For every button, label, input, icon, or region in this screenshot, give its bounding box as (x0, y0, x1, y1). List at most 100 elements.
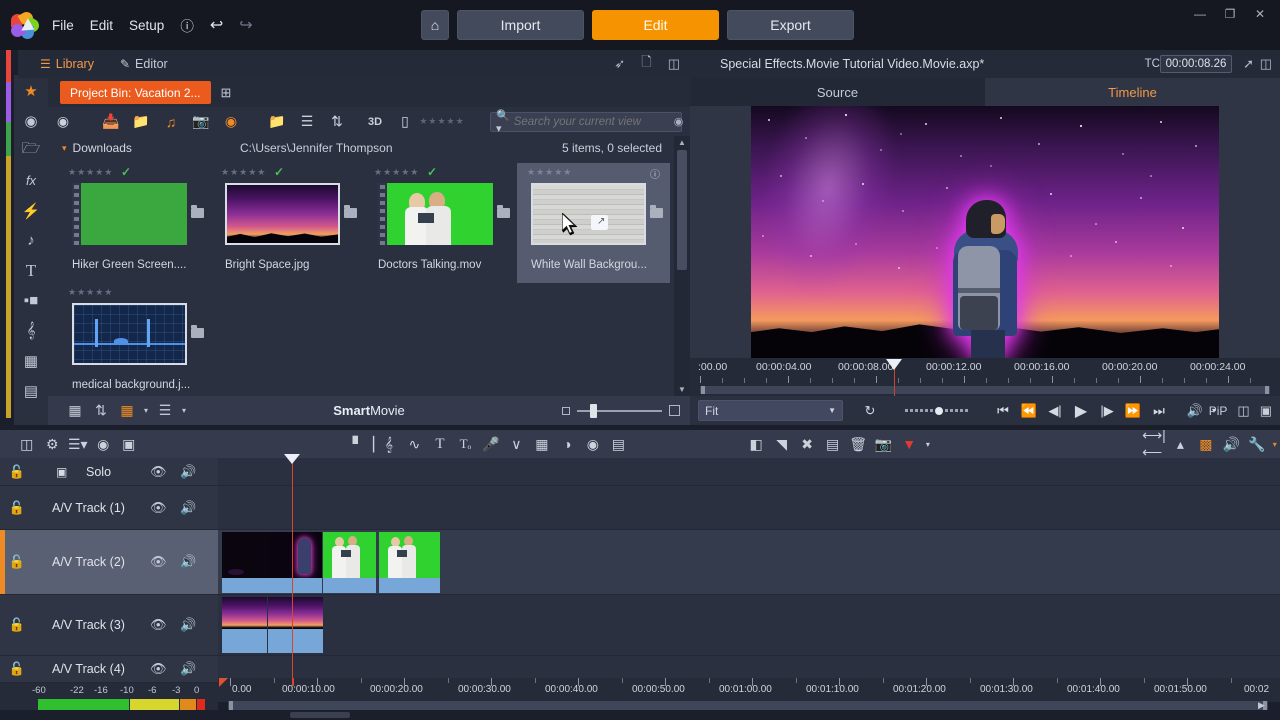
next-frame-icon[interactable]: ⏩ (1120, 399, 1146, 423)
rating-stars[interactable]: ★★★★★ (68, 167, 113, 178)
photo-icon[interactable]: 📷 (186, 110, 216, 134)
edit-button[interactable]: Edit (592, 10, 719, 40)
media-item-hiker-green-screen[interactable]: ★★★★★ ✓ Hiker Green Screen.... (58, 163, 211, 283)
project-bin-icon[interactable]: ★ (17, 80, 45, 101)
lock-icon[interactable]: 🔓 (0, 661, 34, 677)
folder-icon[interactable]: 📁 (262, 110, 292, 134)
motion-tracking-icon[interactable]: ▤ (606, 432, 632, 456)
folder-badge-icon[interactable] (650, 205, 663, 218)
tab-editor[interactable]: ✎ Editor (120, 57, 168, 71)
tools-caret-icon[interactable]: ▾ (1270, 432, 1280, 456)
scrollbar-thumb[interactable] (677, 150, 687, 270)
media-item-white-wall-background[interactable]: ★★★★★ ⓘ ↗ White Wall Backgrou... (517, 163, 670, 283)
play-icon[interactable]: ▶ (1068, 399, 1094, 423)
grid-view-icon[interactable]: ▦ (114, 399, 140, 423)
track-body-solo[interactable] (218, 458, 1280, 486)
library-split-view-icon[interactable]: ◫ (668, 56, 680, 72)
help-icon[interactable]: ⓘ (180, 15, 194, 35)
export-button[interactable]: Export (727, 10, 854, 40)
timeline-clip-space-hiker[interactable] (270, 532, 322, 593)
menu-setup[interactable]: Setup (129, 18, 164, 33)
track-body-av-1[interactable] (218, 486, 1280, 530)
disc-menu-icon[interactable]: ◉ (91, 432, 117, 456)
window-resize-grip[interactable] (290, 712, 350, 718)
library-search-box[interactable]: 🔍▾ ◉ (490, 110, 683, 135)
tag-icon[interactable]: ▯ (390, 110, 420, 134)
effects-fx-icon[interactable]: fx (17, 170, 45, 191)
restore-icon[interactable]: ❐ (1216, 1, 1244, 27)
library-popout-icon[interactable]: ➶ (614, 56, 625, 72)
folder-badge-icon[interactable] (191, 205, 204, 218)
tab-library[interactable]: ☰ Library (40, 57, 94, 71)
mark-in-icon[interactable]: ◧ (743, 432, 769, 456)
media-item-doctors-talking[interactable]: ★★★★★ ✓ Doctors Talking.mov (364, 163, 517, 283)
audio-scrub-icon[interactable]: 🔊 (1219, 432, 1245, 456)
tools-icon[interactable]: 🔧 (1244, 432, 1270, 456)
track-manager-icon[interactable]: ☰▾ (65, 432, 91, 456)
gear-icon[interactable]: ⚙ (40, 432, 66, 456)
timeline-clip-space-b[interactable] (268, 597, 323, 653)
rating-stars[interactable]: ★★★★★ (68, 287, 113, 298)
speaker-icon[interactable]: 🔊 (180, 554, 196, 570)
add-track-icon[interactable]: ▣ (56, 465, 67, 479)
track-header-av-1[interactable]: 🔓 A/V Track (1) 👁 🔊 (0, 486, 218, 530)
preview-video-frame[interactable] (751, 106, 1219, 358)
timeline-clip-doctors-2[interactable] (379, 532, 440, 593)
marker-caret-icon[interactable]: ▾ (922, 432, 934, 456)
eye-icon[interactable]: 👁 (150, 661, 167, 677)
list-view-icon[interactable]: ☰ (292, 110, 322, 134)
grid-view-caret-icon[interactable]: ▾ (140, 399, 152, 423)
timeline-ruler[interactable]: 0.00 00:00:10.00 00:00:20.00 00:00:30.00… (218, 678, 1280, 702)
video-folder-icon[interactable]: 📁 (126, 110, 156, 134)
marker-icon[interactable]: ▼ (896, 432, 922, 456)
slider-track[interactable] (577, 403, 662, 418)
track-header-av-4[interactable]: 🔓 A/V Track (4) 👁 🔊 (0, 656, 218, 683)
keyframe-icon[interactable]: ∨ (504, 432, 530, 456)
folder-badge-icon[interactable] (497, 205, 510, 218)
mark-out-icon[interactable]: ◥ (769, 432, 795, 456)
track-header-av-3[interactable]: 🔓 A/V Track (3) 👁 🔊 (0, 595, 218, 656)
loop-icon[interactable]: ↻ (857, 399, 883, 423)
crop-icon[interactable]: ◫ (1237, 403, 1249, 419)
rating-stars[interactable]: ★★★★★ (527, 167, 572, 178)
track-body-av-3[interactable] (218, 595, 1280, 656)
folder-badge-icon[interactable] (191, 325, 204, 338)
voiceover-icon[interactable]: 🎤 (478, 432, 504, 456)
music-tool-icon[interactable]: 𝄞 (376, 432, 402, 456)
menu-file[interactable]: File (52, 18, 74, 33)
home-button[interactable]: ⌂ (421, 10, 449, 40)
skip-end-icon[interactable]: ⏭ (1146, 399, 1172, 423)
list-menu-icon[interactable]: ☰ (152, 399, 178, 423)
audio-mixer-icon[interactable]: ▘▕ (351, 432, 377, 456)
lock-icon[interactable]: 🔓 (0, 464, 34, 480)
track-header-av-2[interactable]: 🔓 A/V Track (2) 👁 🔊 (0, 530, 218, 595)
eye-icon[interactable]: 👁 (150, 464, 167, 480)
split-screen-icon[interactable]: ▦ (529, 432, 555, 456)
scroll-down-icon[interactable]: ▼ (674, 383, 690, 396)
redo-icon[interactable]: ↪ (239, 15, 252, 35)
preview-playhead[interactable] (886, 359, 902, 396)
trim-icon[interactable]: ⟷|⟵ (1142, 427, 1168, 460)
import-button[interactable]: Import (457, 10, 584, 40)
subtitle-icon[interactable]: Tₒ (453, 432, 479, 456)
snapshot-icon[interactable]: 📷 (871, 432, 897, 456)
scroll-up-icon[interactable]: ▲ (674, 136, 690, 149)
minimize-icon[interactable]: — (1186, 1, 1214, 27)
clear-marks-icon[interactable]: ✖ (794, 432, 820, 456)
skip-start-icon[interactable]: ⏮ (990, 399, 1016, 423)
music-note-icon[interactable]: ♪ (17, 230, 45, 251)
title-text-icon[interactable]: T (17, 260, 45, 281)
folders-icon[interactable]: 🗁 (17, 140, 45, 161)
clip-icon[interactable]: ▤ (820, 432, 846, 456)
media-item-bright-space[interactable]: ★★★★★ ✓ Bright Space.jpg (211, 163, 364, 283)
storyboard-icon[interactable]: ▣ (116, 432, 142, 456)
preview-split-view-icon[interactable]: ◫ (1260, 56, 1272, 72)
scrub-bar[interactable] (889, 406, 984, 415)
tab-source[interactable]: Source (690, 78, 985, 106)
mask-icon[interactable]: ▣ (1260, 403, 1272, 419)
zoom-fit-select[interactable]: Fit ▼ (698, 400, 843, 421)
library-vertical-scrollbar[interactable]: ▲ ▼ (674, 136, 690, 396)
color-grading-icon[interactable]: ◑ (555, 432, 581, 456)
timecode-field[interactable]: 00:00:08.26 (1160, 55, 1232, 73)
3d-toggle-button[interactable]: 3D (360, 110, 390, 134)
